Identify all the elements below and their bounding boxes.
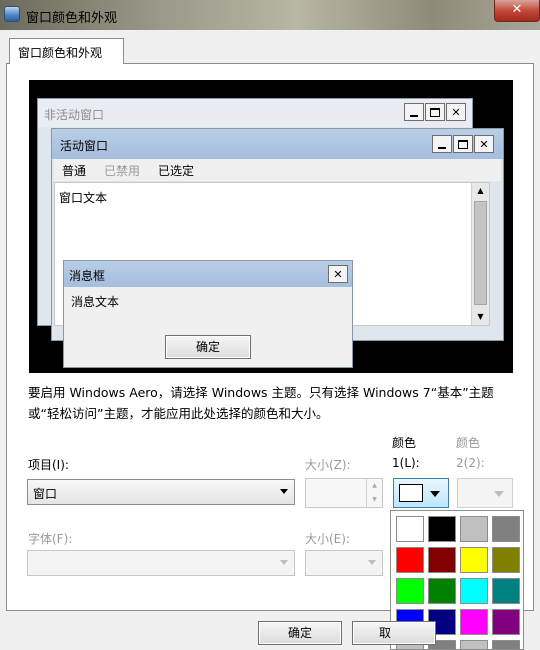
message-box-preview[interactable]: 消息框 ✕ 消息文本 确定 [63, 260, 353, 368]
window-text: 窗口文本 [59, 191, 108, 205]
font-size-label: 大小(E): [305, 532, 350, 546]
palette-color-cell[interactable] [492, 516, 520, 542]
palette-color-cell[interactable] [492, 640, 520, 649]
chevron-down-icon [494, 491, 504, 497]
font-size-select[interactable] [305, 550, 383, 576]
close-icon: ✕ [328, 265, 348, 283]
message-box-caption[interactable]: 消息框 ✕ [64, 261, 352, 287]
aero-info-text: 要启用 Windows Aero，请选择 Windows 主题。只有选择 Win… [28, 385, 494, 421]
palette-color-cell[interactable] [492, 547, 520, 573]
palette-color-cell[interactable] [460, 609, 488, 635]
inactive-window-caption[interactable]: 非活动窗口 ✕ [38, 99, 472, 127]
font-select[interactable] [27, 550, 295, 576]
item-size-label: 大小(Z): [305, 458, 351, 472]
spin-up-icon[interactable]: ▲ [367, 479, 382, 493]
palette-color-cell[interactable] [428, 516, 456, 542]
message-text: 消息文本 [71, 295, 120, 309]
maximize-icon [425, 103, 445, 121]
appearance-preview[interactable]: 非活动窗口 ✕ 活动窗口 ✕ 普通 已禁用 已选定 窗口文本 ▲ ▼ 消息框 ✕… [29, 80, 513, 373]
inactive-window-title: 非活动窗口 [44, 108, 105, 122]
color2-button[interactable] [457, 478, 513, 508]
scroll-down-icon: ▼ [477, 312, 484, 321]
color1-label: 1(L): [392, 456, 420, 470]
item-select-value: 窗口 [33, 487, 58, 501]
active-window-title: 活动窗口 [60, 139, 109, 153]
palette-color-cell[interactable] [460, 516, 488, 542]
ok-button[interactable]: 确定 [258, 621, 342, 645]
color2-label: 2(2): [456, 456, 485, 470]
cancel-button[interactable]: 取 [352, 621, 436, 645]
preview-scrollbar[interactable]: ▲ ▼ [471, 183, 489, 325]
active-window-caption[interactable]: 活动窗口 ✕ [52, 129, 503, 159]
color2-label-top: 颜色 [456, 436, 481, 450]
palette-color-cell[interactable] [460, 547, 488, 573]
preview-menu-bar[interactable]: 普通 已禁用 已选定 [54, 159, 501, 181]
menu-item-selected[interactable]: 已选定 [158, 162, 194, 181]
palette-color-cell[interactable] [428, 578, 456, 604]
tab-window-color[interactable]: 窗口颜色和外观 [9, 38, 124, 64]
minimize-icon [432, 135, 452, 153]
palette-color-cell[interactable] [428, 547, 456, 573]
scrollbar-thumb [474, 201, 487, 305]
item-select[interactable]: 窗口 [27, 479, 295, 505]
close-window-button[interactable]: ✕ [494, 0, 540, 22]
message-box-title: 消息框 [69, 269, 106, 283]
color1-button[interactable] [393, 478, 449, 508]
palette-color-cell[interactable] [492, 578, 520, 604]
palette-color-cell[interactable] [492, 609, 520, 635]
minimize-icon [404, 103, 424, 121]
maximize-icon [453, 135, 473, 153]
close-icon: ✕ [446, 103, 466, 121]
spin-down-icon[interactable]: ▼ [367, 493, 382, 507]
close-icon: ✕ [474, 135, 494, 153]
menu-item-normal[interactable]: 普通 [62, 162, 86, 181]
chevron-down-icon [368, 560, 376, 565]
window-title: 窗口颜色和外观 [26, 11, 118, 26]
color1-swatch [399, 484, 423, 502]
title-bar: 窗口颜色和外观 ✕ [0, 0, 540, 30]
font-label: 字体(F): [28, 532, 73, 546]
color1-label-top: 颜色 [392, 436, 417, 450]
palette-color-cell[interactable] [396, 578, 424, 604]
item-label: 项目(I): [28, 458, 69, 472]
app-icon [4, 6, 20, 22]
chevron-down-icon [280, 489, 288, 494]
item-size-spinner[interactable]: ▲ ▼ [305, 478, 383, 508]
palette-color-cell[interactable] [460, 578, 488, 604]
palette-color-cell[interactable] [396, 516, 424, 542]
palette-color-cell[interactable] [460, 640, 488, 649]
scroll-up-icon: ▲ [477, 186, 484, 195]
chevron-down-icon [430, 491, 440, 497]
chevron-down-icon [280, 560, 288, 565]
message-box-ok-button: 确定 [165, 335, 251, 359]
palette-color-cell[interactable] [396, 547, 424, 573]
menu-item-disabled[interactable]: 已禁用 [104, 162, 140, 181]
